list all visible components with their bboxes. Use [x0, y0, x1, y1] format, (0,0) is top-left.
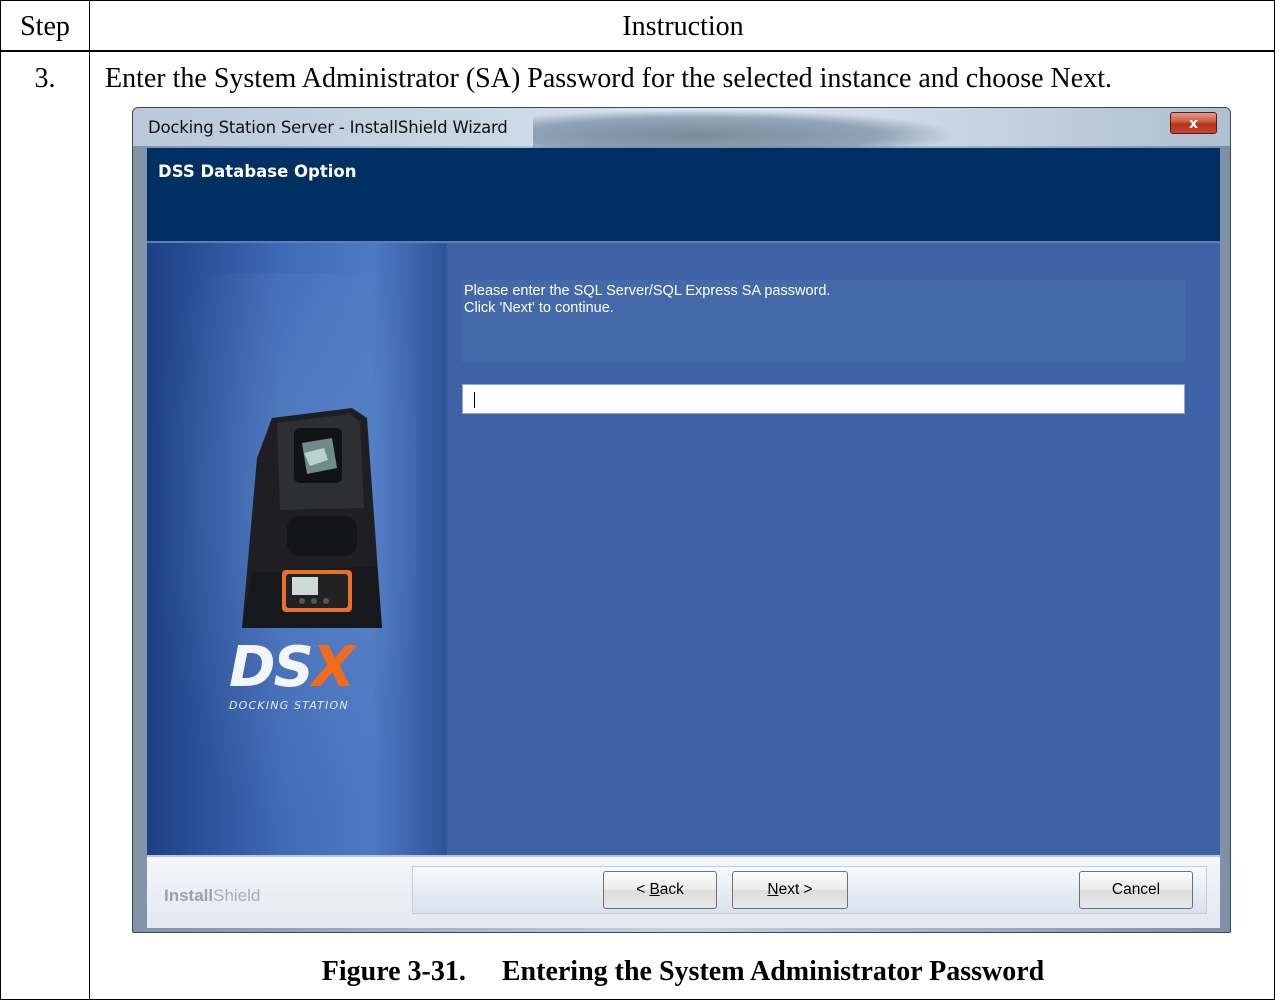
- installshield-wizard-window: Docking Station Server - InstallShield W…: [132, 107, 1231, 933]
- back-prefix: <: [636, 881, 650, 898]
- figure-caption: Figure 3-31. Entering the System Administ…: [90, 956, 1276, 988]
- page-title: DSS Database Option: [158, 162, 357, 181]
- next-button[interactable]: Next >: [732, 871, 848, 909]
- next-rest: ext >: [778, 881, 813, 898]
- titlebar-watermark: [533, 110, 953, 152]
- column-divider: [89, 1, 90, 999]
- installshield-brand: InstallShield: [164, 886, 260, 906]
- text-caret: [474, 392, 475, 408]
- footer-divider: [147, 855, 1220, 857]
- instruction-text: Enter the System Administrator (SA) Pass…: [105, 63, 1112, 94]
- cancel-button[interactable]: Cancel: [1079, 871, 1193, 909]
- logo-subtitle: DOCKING STATION: [229, 699, 349, 712]
- window-title: Docking Station Server - InstallShield W…: [148, 118, 508, 137]
- wizard-client-area: DSS Database Option DSX DOCKING STATION …: [147, 148, 1220, 928]
- next-mnemonic: N: [767, 881, 779, 898]
- dsx-logo: DSX: [229, 635, 355, 700]
- back-mnemonic: B: [649, 881, 660, 898]
- wizard-header: DSS Database Option: [147, 148, 1220, 242]
- header-instruction: Instruction: [622, 11, 744, 42]
- header-step: Step: [20, 11, 70, 42]
- instruction-table: Step Instruction 3. Enter the System Adm…: [0, 0, 1275, 1000]
- wizard-footer: InstallShield < Back Next > Cancel: [147, 855, 1220, 928]
- prompt-text: Please enter the SQL Server/SQL Express …: [464, 283, 830, 317]
- back-button[interactable]: < Back: [603, 871, 717, 909]
- close-button[interactable]: x: [1170, 112, 1217, 134]
- side-banner: DSX DOCKING STATION: [147, 243, 447, 855]
- figure-title: Entering the System Administrator Passwo…: [501, 956, 1045, 987]
- back-rest: ack: [659, 881, 684, 898]
- dsx-logo-ds: DS: [229, 635, 314, 700]
- brand-bold: Install: [164, 886, 214, 905]
- docking-station-image: [242, 408, 382, 628]
- figure-number: Figure 3-31.: [321, 956, 466, 987]
- brand-light: Shield: [213, 886, 261, 905]
- prompt-line-2: Click 'Next' to continue.: [464, 300, 614, 316]
- dsx-logo-x: X: [311, 635, 355, 700]
- step-number: 3.: [34, 63, 56, 94]
- sa-password-input[interactable]: [462, 384, 1185, 414]
- window-titlebar[interactable]: Docking Station Server - InstallShield W…: [133, 108, 1230, 152]
- prompt-line-1: Please enter the SQL Server/SQL Express …: [464, 283, 831, 299]
